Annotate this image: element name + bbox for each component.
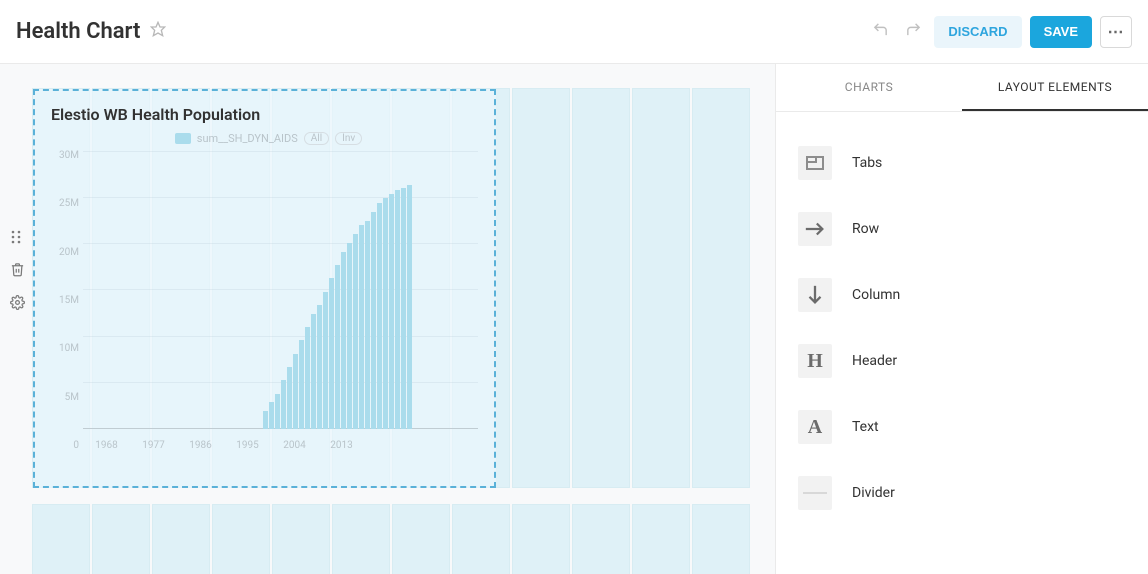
arrow-down-icon <box>798 278 832 312</box>
chart-title: Elestio WB Health Population <box>51 105 486 124</box>
layout-item-label: Text <box>852 419 879 435</box>
sidebar-tabs: CHARTS LAYOUT ELEMENTS <box>776 64 1148 112</box>
arrow-right-icon <box>798 212 832 246</box>
dashboard-canvas[interactable]: Elestio WB Health Population sum__SH_DYN… <box>0 64 776 574</box>
undo-icon[interactable] <box>868 17 893 47</box>
tab-layout-elements[interactable]: LAYOUT ELEMENTS <box>962 64 1148 111</box>
layout-item-divider[interactable]: Divider <box>776 460 1148 526</box>
divider-icon <box>798 476 832 510</box>
legend-inv-button[interactable]: Inv <box>335 132 362 145</box>
save-button[interactable]: SAVE <box>1030 16 1092 48</box>
page-title: Health Chart <box>16 19 140 44</box>
favorite-star-icon[interactable] <box>150 21 166 42</box>
chart-panel[interactable]: Elestio WB Health Population sum__SH_DYN… <box>33 89 496 488</box>
redo-icon[interactable] <box>901 17 926 47</box>
x-axis: 196819771986199520042013 <box>83 434 478 451</box>
chart-legend: sum__SH_DYN_AIDS All Inv <box>51 132 486 145</box>
discard-button[interactable]: DISCARD <box>934 16 1021 48</box>
layout-item-label: Tabs <box>852 155 882 171</box>
header-actions: DISCARD SAVE ⋯ <box>868 16 1132 48</box>
layout-elements-list: Tabs Row Column H Header A Text <box>776 112 1148 526</box>
layout-item-tabs[interactable]: Tabs <box>776 130 1148 196</box>
layout-item-label: Row <box>852 221 879 237</box>
layout-item-label: Divider <box>852 485 895 501</box>
text-a-icon: A <box>798 410 832 444</box>
y-axis: 30M25M20M15M10M5M0 <box>49 151 79 451</box>
layout-grid-row <box>32 504 750 574</box>
legend-series-label: sum__SH_DYN_AIDS <box>197 132 298 145</box>
header-h-icon: H <box>798 344 832 378</box>
canvas-side-tools <box>10 230 25 314</box>
chart-plot: 30M25M20M15M10M5M0 196819771986199520042… <box>83 151 478 451</box>
tab-charts[interactable]: CHARTS <box>776 64 962 111</box>
more-button[interactable]: ⋯ <box>1100 16 1132 48</box>
more-icon: ⋯ <box>1108 22 1125 41</box>
layout-item-row[interactable]: Row <box>776 196 1148 262</box>
layout-item-header[interactable]: H Header <box>776 328 1148 394</box>
gear-icon[interactable] <box>10 295 25 314</box>
tabs-icon <box>798 146 832 180</box>
legend-all-button[interactable]: All <box>304 132 329 145</box>
layout-item-label: Header <box>852 353 897 369</box>
layout-item-label: Column <box>852 287 900 303</box>
layout-item-text[interactable]: A Text <box>776 394 1148 460</box>
delete-icon[interactable] <box>10 262 25 281</box>
right-sidebar: CHARTS LAYOUT ELEMENTS Tabs Row Column <box>776 64 1148 574</box>
legend-swatch <box>175 133 191 144</box>
layout-item-column[interactable]: Column <box>776 262 1148 328</box>
header: Health Chart DISCARD SAVE ⋯ <box>0 0 1148 64</box>
chart-bars <box>83 163 478 429</box>
drag-handle-icon[interactable] <box>10 230 25 248</box>
